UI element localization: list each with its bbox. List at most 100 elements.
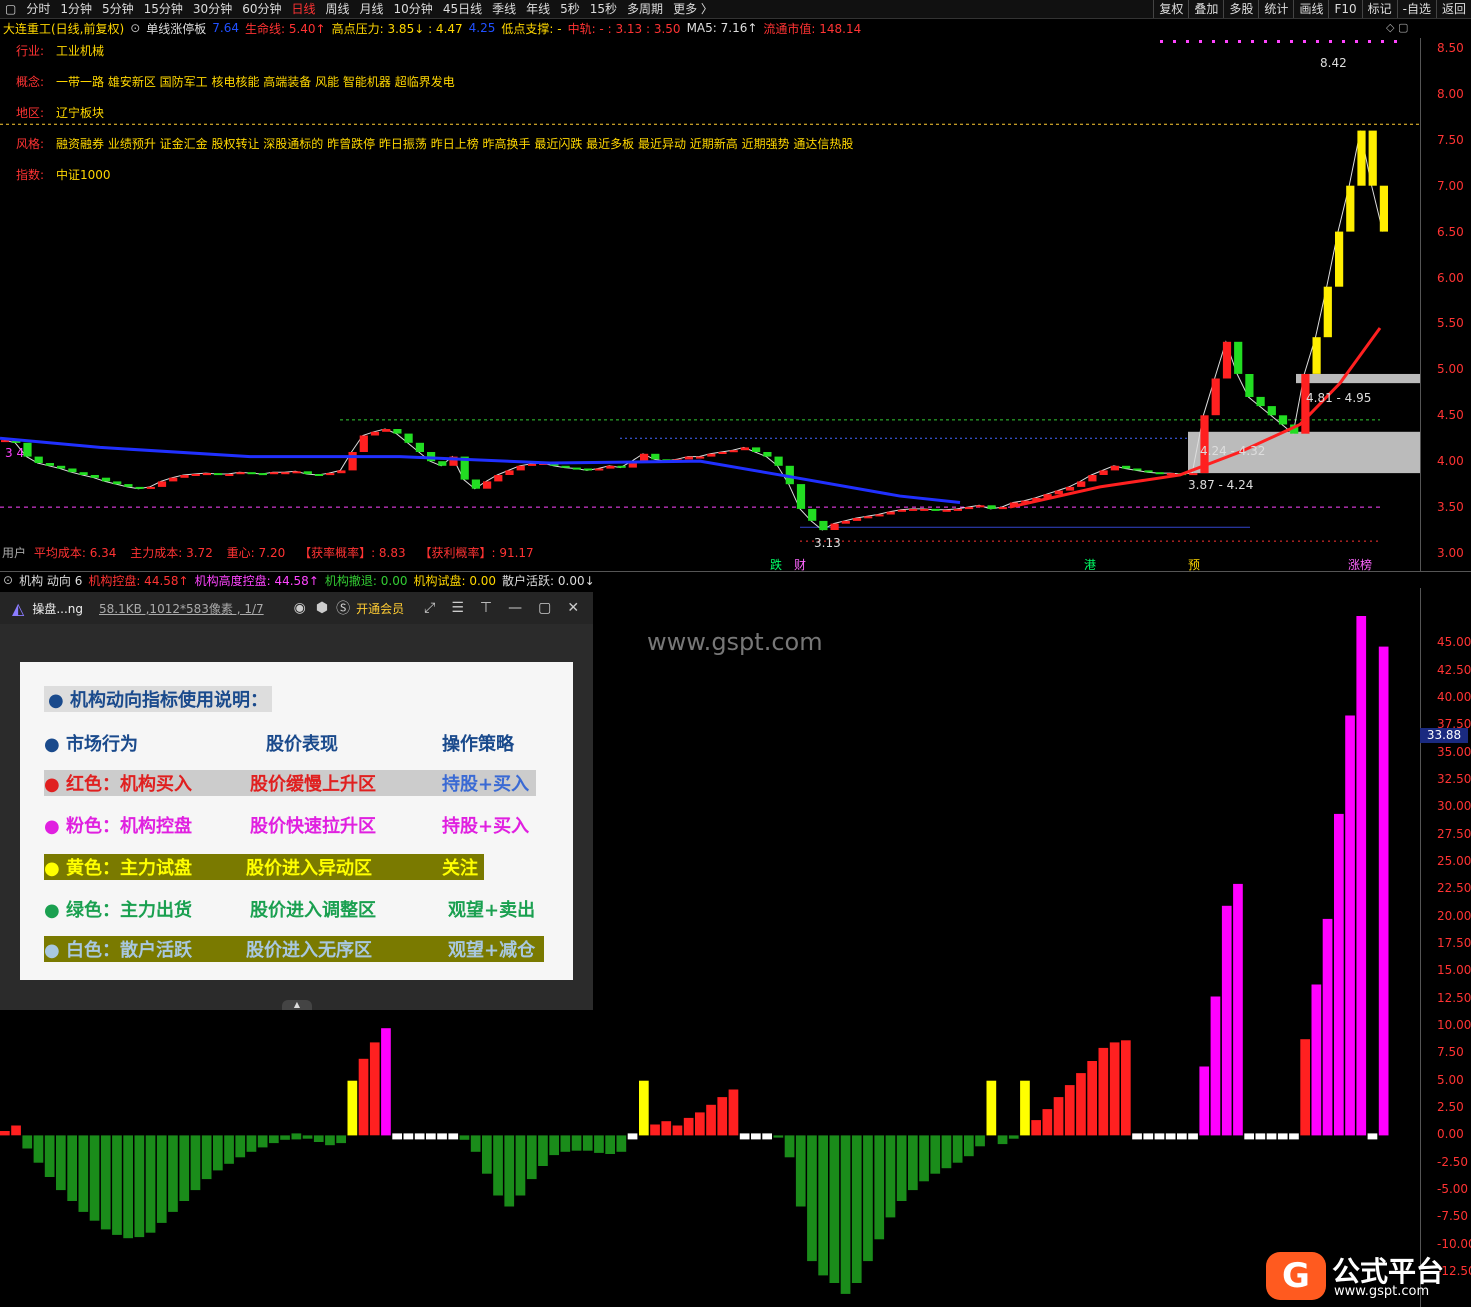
period-tab[interactable]: 分时 [21,0,55,18]
function-tab[interactable]: 返回 [1435,0,1471,18]
signal-dot [1316,40,1319,43]
function-tab[interactable]: 复权 [1153,0,1188,18]
pane-controls-icon[interactable]: ◇ ▢ [1386,21,1408,34]
flow-bar [874,1135,885,1240]
doc-header-1: 市场行为 [65,734,138,755]
function-tab[interactable]: 画线 [1293,0,1328,18]
candle [270,472,279,475]
signal-dot [1368,40,1371,43]
flow-bar [1143,1133,1154,1140]
user-icon[interactable]: ◉ [294,600,306,616]
candle [505,470,514,475]
period-tab[interactable]: 更多 〉 [668,0,718,18]
period-tab[interactable]: 年线 [521,0,555,18]
price-tick: 4.50 [1437,408,1464,423]
candle [483,481,492,489]
doc-white-c3: 观望+减仓 [448,940,536,961]
period-tab[interactable]: 5秒 [555,0,585,18]
period-tab[interactable]: 10分钟 [389,0,438,18]
flow-bar [336,1135,346,1144]
indicator-tick: 0.00 [1437,1127,1464,1142]
signal-dot [1212,40,1215,43]
period-tab[interactable]: 60分钟 [237,0,286,18]
period-tab[interactable]: 45日线 [438,0,487,18]
fullscreen-icon[interactable]: ⤢ [424,600,435,616]
flow-bar [1221,905,1232,1136]
candle [101,477,111,482]
period-tab[interactable]: 日线 [286,0,320,18]
flow-bar [1087,1061,1097,1136]
indicator-tick: -5.00 [1437,1182,1469,1197]
pressure-zone [1296,373,1420,384]
period-tab[interactable]: 5分钟 [97,0,139,18]
candle [1110,465,1119,471]
flow-bar [851,1135,862,1283]
period-tab[interactable]: 周线 [321,0,355,18]
flow-bar [964,1135,974,1157]
period-tab[interactable]: 15秒 [585,0,622,18]
candle [1357,130,1366,186]
doc-header-3: 操作策略 [442,734,514,755]
stock-title[interactable]: 大连重工(日线,前复权) [0,20,124,37]
indicator-settings-icon[interactable]: ⊙ [0,573,13,587]
collapse-icon[interactable]: ▲ [282,1000,312,1010]
candle [1065,486,1075,491]
candle [68,468,77,473]
indicator-name[interactable]: 单线涨停板 [146,20,206,37]
flow-bar [112,1135,122,1235]
vip-button[interactable]: 开通会员 [356,600,404,617]
viewer-titlebar[interactable]: ◭ 操盘...ng 58.1KB ,1012*583像素 , 1/7 ◉ ⬢ Ⓢ… [0,592,593,624]
candle [90,475,99,478]
flow-bar [381,1028,391,1136]
price-tick: 7.50 [1437,132,1464,147]
signal-dot [1264,40,1267,43]
flow-bar [179,1135,190,1201]
settings-icon[interactable]: ⊙ [130,21,140,35]
signal-dot [1290,40,1293,43]
menu-icon[interactable]: ▢ [0,0,21,18]
function-tab[interactable]: F10 [1328,0,1361,18]
price-tick: 5.50 [1437,316,1464,331]
period-tab[interactable]: 月线 [355,0,389,18]
candle [438,461,447,466]
flow-bar [1121,1040,1131,1136]
flow-bar [1266,1133,1277,1140]
period-tab[interactable]: 季线 [487,0,521,18]
menu-icon[interactable]: ☰ [451,600,464,616]
function-tab[interactable]: 多股 [1223,0,1258,18]
flow-bar [739,1133,750,1140]
maximize-icon[interactable]: ▢ [538,600,551,616]
flow-bar [807,1135,817,1262]
image-viewer-window[interactable]: ◭ 操盘...ng 58.1KB ,1012*583像素 , 1/7 ◉ ⬢ Ⓢ… [0,592,593,1010]
candle [976,505,985,508]
period-tab[interactable]: 1分钟 [55,0,97,18]
shield-icon[interactable]: ⬢ [316,600,328,616]
minimize-icon[interactable]: — [508,600,522,616]
function-tab[interactable]: -自选 [1396,0,1436,18]
function-tab[interactable]: 统计 [1258,0,1293,18]
candle [1099,470,1108,475]
coin-icon[interactable]: Ⓢ [336,598,350,618]
flow-bar [795,1135,806,1207]
function-tab[interactable]: 标记 [1361,0,1397,18]
function-tab[interactable]: 叠加 [1188,0,1223,18]
doc-green-c1: 绿色：主力出货 [65,900,192,921]
pin-icon[interactable]: ⊤ [480,600,492,616]
close-icon[interactable]: ✕ [567,600,579,616]
period-tab[interactable]: 多周期 [622,0,668,18]
life-line: 生命线: 5.40↑ [244,21,326,36]
flow-bar [246,1135,257,1152]
flow-bar [896,1135,907,1201]
period-tab[interactable]: 15分钟 [139,0,188,18]
flow-bar [44,1135,55,1177]
candle [258,473,267,476]
candle [23,442,32,457]
flow-bar [728,1089,739,1136]
candle [953,508,962,511]
candle [527,463,537,466]
candle [920,508,929,511]
price-tick: 3.00 [1437,545,1464,560]
indicator-title[interactable]: 机构 动向 6 [19,572,82,589]
candle [135,486,144,489]
period-tab[interactable]: 30分钟 [188,0,237,18]
